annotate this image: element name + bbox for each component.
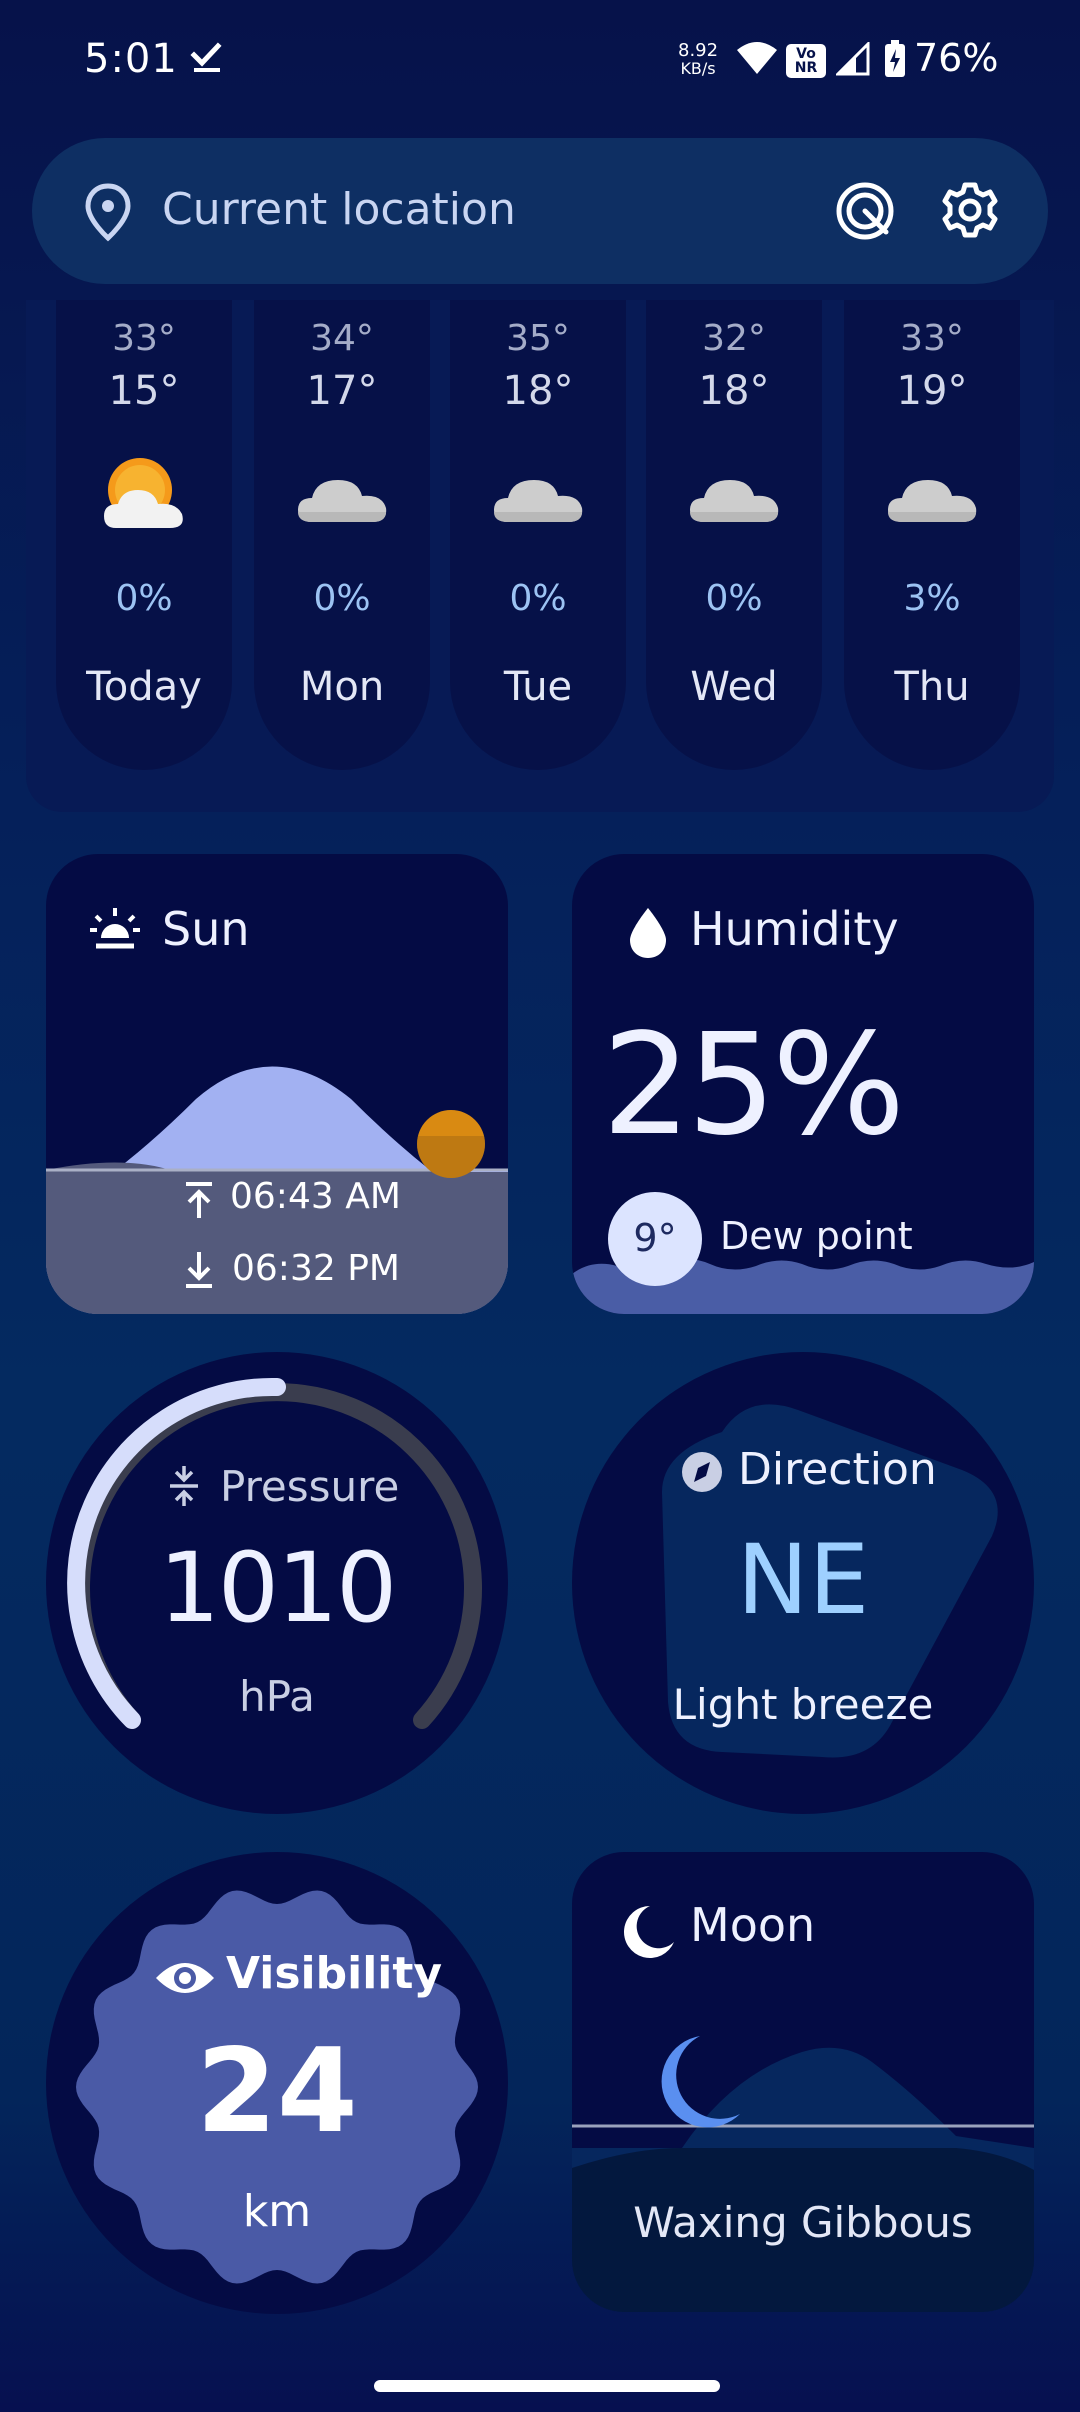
forecast-day-name: Thu — [894, 664, 970, 710]
sunrise-arrow-icon — [186, 1182, 212, 1218]
sunset-arrow-icon — [186, 1252, 212, 1288]
moon-icon — [624, 1906, 674, 1958]
forecast-day-4[interactable]: 33° 19° 3% Thu — [844, 300, 1020, 770]
signal-icon — [836, 42, 870, 76]
forecast-high-temp: 35° — [506, 318, 570, 359]
sunset-time: 06:32 PM — [232, 1248, 400, 1289]
humidity-value: 25% — [602, 1004, 905, 1167]
compass-icon — [682, 1452, 722, 1492]
forecast-high-temp: 33° — [112, 318, 176, 359]
forecast-precip-chance: 3% — [903, 578, 961, 619]
water-drop-icon — [630, 908, 666, 958]
eye-icon — [156, 1963, 214, 1993]
forecast-day-0[interactable]: 33° 15° 0% Today — [56, 300, 232, 770]
status-bar: 5:01 8.92 KB/s Vo NR 76% — [0, 0, 1080, 130]
forecast-high-temp: 33° — [900, 318, 964, 359]
humidity-card[interactable]: Humidity 25% 9° Dew point — [572, 854, 1034, 1314]
forecast-day-name: Today — [86, 664, 202, 710]
visibility-title: Visibility — [226, 1948, 443, 1999]
pressure-icon — [170, 1466, 198, 1506]
forecast-day-name: Wed — [690, 664, 778, 710]
vonr-badge-top: Vo — [796, 46, 816, 62]
forecast-precip-chance: 0% — [313, 578, 371, 619]
pressure-value: 1010 — [158, 1532, 397, 1644]
moon-phase: Waxing Gibbous — [633, 2198, 973, 2247]
download-done-icon — [190, 42, 222, 72]
wind-direction-card[interactable]: Direction NE Light breeze — [572, 1352, 1034, 1814]
pressure-unit: hPa — [239, 1672, 315, 1721]
home-gesture-bar[interactable] — [374, 2380, 720, 2392]
forecast-day-name: Mon — [299, 664, 385, 710]
moon-card[interactable]: Moon Waxing Gibbous — [572, 1852, 1034, 2312]
search-input[interactable]: Current location — [162, 184, 516, 235]
forecast-precip-chance: 0% — [509, 578, 567, 619]
current-location-icon[interactable] — [834, 180, 896, 242]
forecast-high-temp: 34° — [310, 318, 374, 359]
network-speed-value: 8.92 — [678, 40, 719, 61]
visibility-unit: km — [242, 2186, 312, 2237]
battery-charging-icon — [885, 40, 905, 77]
dew-point-value: 9° — [633, 1216, 677, 1260]
cloud-icon — [888, 480, 977, 522]
pressure-card[interactable]: Pressure 1010 hPa — [46, 1352, 508, 1814]
cloud-icon — [690, 480, 779, 522]
sun-card[interactable]: Sun 06:43 AM 06:32 PM — [46, 854, 508, 1314]
direction-value: NE — [736, 1524, 870, 1636]
forecast-low-temp: 18° — [502, 368, 574, 414]
network-speed-unit: KB/s — [680, 59, 716, 78]
direction-description: Light breeze — [672, 1680, 934, 1729]
cloud-icon — [494, 480, 583, 522]
visibility-value: 24 — [196, 2024, 358, 2159]
forecast-high-temp: 32° — [702, 318, 766, 359]
forecast-low-temp: 15° — [108, 368, 180, 414]
battery-percentage: 76% — [914, 36, 999, 80]
forecast-day-name: Tue — [503, 664, 573, 710]
forecast-low-temp: 19° — [896, 368, 968, 414]
sun-title: Sun — [162, 902, 250, 956]
pressure-title: Pressure — [220, 1462, 400, 1511]
forecast-precip-chance: 0% — [115, 578, 173, 619]
forecast-day-3[interactable]: 32° 18° 0% Wed — [646, 300, 822, 770]
forecast-precip-chance: 0% — [705, 578, 763, 619]
visibility-card[interactable]: Visibility 24 km — [46, 1852, 508, 2314]
settings-gear-icon[interactable] — [940, 180, 1000, 240]
network-speed: 8.92 KB/s — [678, 42, 718, 78]
humidity-title: Humidity — [690, 902, 899, 956]
forecast-day-1[interactable]: 34° 17° 0% Mon — [254, 300, 430, 770]
forecast-day-2[interactable]: 35° 18° 0% Tue — [450, 300, 626, 770]
dew-point-label: Dew point — [720, 1214, 913, 1258]
status-time: 5:01 — [84, 36, 178, 82]
moon-title: Moon — [690, 1898, 816, 1952]
direction-title: Direction — [738, 1444, 937, 1495]
location-pin-icon — [85, 183, 131, 242]
wifi-icon — [737, 42, 777, 74]
cloud-icon — [298, 480, 387, 522]
forecast-low-temp: 17° — [306, 368, 378, 414]
partly-sunny-icon — [104, 458, 183, 528]
forecast-low-temp: 18° — [698, 368, 770, 414]
vonr-badge: Vo NR — [786, 44, 826, 78]
sunrise-icon — [90, 908, 140, 949]
sunrise-time: 06:43 AM — [230, 1176, 401, 1217]
vonr-badge-bottom: NR — [794, 60, 818, 76]
